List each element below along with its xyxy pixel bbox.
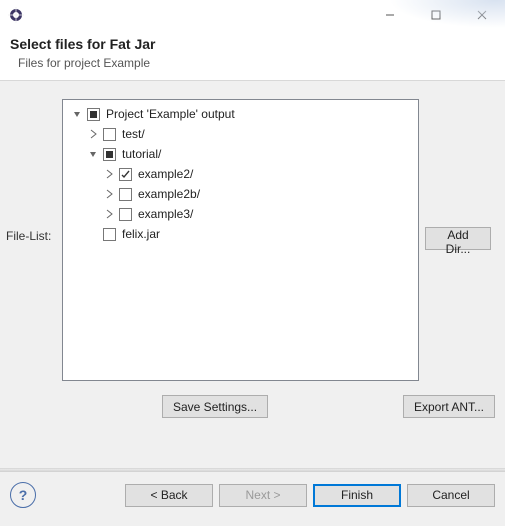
- expand-icon[interactable]: [69, 106, 85, 122]
- finish-button[interactable]: Finish: [313, 484, 401, 507]
- titlebar: [0, 0, 505, 30]
- tree-node-example2[interactable]: example2/: [65, 164, 416, 184]
- minimize-button[interactable]: [367, 0, 413, 30]
- collapse-icon[interactable]: [101, 206, 117, 222]
- node-label: tutorial/: [120, 144, 161, 164]
- checkbox-tristate[interactable]: [103, 148, 116, 161]
- tree-node-tutorial[interactable]: tutorial/: [65, 144, 416, 164]
- node-label: example2/: [136, 164, 193, 184]
- file-list-label: File-List:: [6, 99, 56, 381]
- wizard-subtitle: Files for project Example: [18, 56, 495, 70]
- node-label: test/: [120, 124, 145, 144]
- side-button-column: Add Dir...: [425, 99, 495, 381]
- node-label: felix.jar: [120, 224, 160, 244]
- wizard-footer: ? < Back Next > Finish Cancel: [0, 472, 505, 518]
- checkbox-unchecked[interactable]: [119, 208, 132, 221]
- checkbox-checked[interactable]: [119, 168, 132, 181]
- collapse-icon[interactable]: [101, 186, 117, 202]
- node-label: Project 'Example' output: [104, 104, 235, 124]
- export-ant-button[interactable]: Export ANT...: [403, 395, 495, 418]
- save-settings-button[interactable]: Save Settings...: [162, 395, 268, 418]
- file-tree[interactable]: Project 'Example' output test/ tutorial/: [62, 99, 419, 381]
- collapse-icon[interactable]: [101, 166, 117, 182]
- checkbox-unchecked[interactable]: [119, 188, 132, 201]
- mid-button-row: Save Settings... Export ANT...: [0, 389, 505, 418]
- wizard-title: Select files for Fat Jar: [10, 36, 495, 52]
- next-button[interactable]: Next >: [219, 484, 307, 507]
- cancel-button[interactable]: Cancel: [407, 484, 495, 507]
- checkbox-tristate[interactable]: [87, 108, 100, 121]
- tree-node-felix[interactable]: felix.jar: [65, 224, 416, 244]
- back-button[interactable]: < Back: [125, 484, 213, 507]
- wizard-header: Select files for Fat Jar Files for proje…: [0, 30, 505, 81]
- node-label: example2b/: [136, 184, 200, 204]
- tree-node-test[interactable]: test/: [65, 124, 416, 144]
- help-icon[interactable]: ?: [10, 482, 36, 508]
- app-icon: [8, 7, 24, 23]
- tree-spacer: [85, 226, 101, 242]
- maximize-button[interactable]: [413, 0, 459, 30]
- collapse-icon[interactable]: [85, 126, 101, 142]
- checkbox-unchecked[interactable]: [103, 228, 116, 241]
- wizard-body: File-List: Project 'Example' output test…: [0, 81, 505, 526]
- tree-node-root[interactable]: Project 'Example' output: [65, 104, 416, 124]
- tree-node-example2b[interactable]: example2b/: [65, 184, 416, 204]
- wizard-window: Select files for Fat Jar Files for proje…: [0, 0, 505, 526]
- node-label: example3/: [136, 204, 193, 224]
- tree-node-example3[interactable]: example3/: [65, 204, 416, 224]
- file-list-row: File-List: Project 'Example' output test…: [0, 81, 505, 389]
- add-dir-button[interactable]: Add Dir...: [425, 227, 491, 250]
- checkbox-unchecked[interactable]: [103, 128, 116, 141]
- close-button[interactable]: [459, 0, 505, 30]
- expand-icon[interactable]: [85, 146, 101, 162]
